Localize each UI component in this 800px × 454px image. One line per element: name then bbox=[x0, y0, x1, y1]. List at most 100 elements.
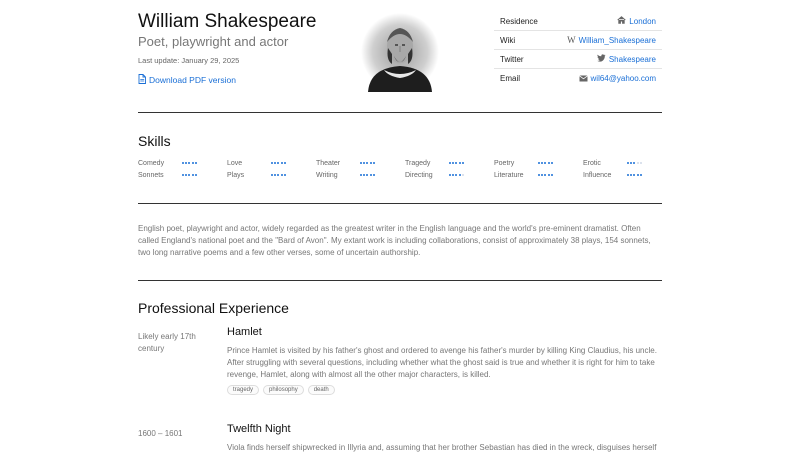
skill-level-dot bbox=[191, 174, 194, 176]
skill-level-dot bbox=[366, 162, 369, 164]
tag-list: tragedy philosophy death bbox=[227, 385, 335, 395]
skill-name: Poetry bbox=[494, 160, 515, 167]
skill-level-dot bbox=[636, 174, 639, 176]
skill-level-dot bbox=[280, 174, 283, 176]
skill-level-dot bbox=[627, 162, 629, 164]
skill-level-dot bbox=[538, 162, 540, 164]
skill-level-dots bbox=[360, 174, 375, 176]
experience-description: Viola finds herself shipwrecked in Illyr… bbox=[227, 443, 657, 452]
tag[interactable]: philosophy bbox=[263, 385, 304, 395]
home-icon bbox=[617, 16, 626, 26]
skill-level-dot bbox=[639, 162, 642, 164]
skill-level-dot bbox=[458, 162, 461, 164]
skill-level-dot bbox=[547, 174, 550, 176]
wiki-link[interactable]: W William_Shakespeare bbox=[567, 35, 656, 45]
skill-item: Literature bbox=[494, 172, 579, 184]
skill-level-dot bbox=[188, 162, 191, 164]
skill-level-dot bbox=[363, 162, 366, 164]
skill-level-dot bbox=[452, 174, 455, 176]
info-row-wiki: Wiki W William_Shakespeare bbox=[494, 31, 662, 50]
skill-level-dot bbox=[544, 162, 547, 164]
email-link[interactable]: wil64@yahoo.com bbox=[578, 74, 656, 84]
skill-level-dot bbox=[458, 174, 461, 176]
file-pdf-icon bbox=[138, 74, 146, 86]
skill-item: Writing bbox=[316, 172, 401, 184]
skill-level-dots bbox=[449, 174, 464, 176]
skill-level-dot bbox=[274, 162, 277, 164]
skill-item: Theater bbox=[316, 160, 401, 172]
skill-level-dot bbox=[280, 162, 283, 164]
skill-name: Plays bbox=[227, 172, 245, 179]
skill-level-dot bbox=[630, 162, 633, 164]
info-row-email: Email wil64@yahoo.com bbox=[494, 69, 662, 88]
skill-level-dots bbox=[271, 162, 286, 164]
skill-name: Writing bbox=[316, 172, 338, 179]
skill-item: Comedy bbox=[138, 160, 223, 172]
skill-level-dots bbox=[538, 162, 553, 164]
skill-level-dot bbox=[372, 162, 375, 164]
download-pdf-label: Download PDF version bbox=[149, 75, 236, 85]
skill-level-dot bbox=[191, 162, 194, 164]
skill-level-dot bbox=[449, 162, 451, 164]
skill-name: Influence bbox=[583, 172, 612, 179]
skill-item: Influence bbox=[583, 172, 668, 184]
experience-title: Hamlet bbox=[227, 326, 262, 338]
skill-level-dot bbox=[372, 174, 375, 176]
skill-level-dot bbox=[461, 174, 464, 176]
skill-level-dot bbox=[274, 174, 277, 176]
skill-level-dot bbox=[547, 162, 550, 164]
skill-item: Love bbox=[227, 160, 312, 172]
skill-item: Directing bbox=[405, 172, 490, 184]
skill-level-dot bbox=[194, 174, 197, 176]
skill-level-dots bbox=[360, 162, 375, 164]
skill-level-dot bbox=[271, 162, 273, 164]
twitter-link[interactable]: Shakespeare bbox=[597, 54, 656, 64]
skill-level-dot bbox=[182, 162, 184, 164]
skill-level-dot bbox=[461, 162, 464, 164]
skill-level-dot bbox=[366, 174, 369, 176]
skill-level-dot bbox=[194, 162, 197, 164]
skill-level-dot bbox=[185, 162, 188, 164]
skill-level-dot bbox=[544, 174, 547, 176]
divider bbox=[138, 203, 662, 204]
skill-level-dot bbox=[283, 174, 286, 176]
info-label: Email bbox=[500, 74, 521, 83]
skill-level-dot bbox=[277, 174, 280, 176]
download-pdf-link[interactable]: Download PDF version bbox=[138, 74, 236, 86]
experience-date: 1600 – 1601 bbox=[138, 429, 183, 438]
skill-level-dot bbox=[633, 174, 636, 176]
skill-name: Tragedy bbox=[405, 160, 431, 167]
skill-level-dot bbox=[455, 174, 458, 176]
tag[interactable]: death bbox=[307, 385, 335, 395]
skill-level-dot bbox=[283, 162, 286, 164]
skill-level-dots bbox=[271, 174, 286, 176]
info-label: Twitter bbox=[500, 54, 524, 64]
info-label: Residence bbox=[500, 16, 538, 26]
skills-heading: Skills bbox=[138, 133, 171, 149]
skill-name: Sonnets bbox=[138, 172, 164, 179]
experience-description: Prince Hamlet is visited by his father's… bbox=[227, 346, 657, 379]
skill-level-dot bbox=[633, 162, 636, 164]
skill-level-dot bbox=[360, 162, 362, 164]
skill-level-dot bbox=[541, 162, 544, 164]
email-value: wil64@yahoo.com bbox=[590, 74, 656, 83]
twitter-value: Shakespeare bbox=[608, 54, 656, 64]
skill-name: Literature bbox=[494, 172, 524, 179]
skill-level-dot bbox=[541, 174, 544, 176]
tag[interactable]: tragedy bbox=[227, 385, 260, 395]
skill-level-dots bbox=[449, 162, 464, 164]
skill-item: Poetry bbox=[494, 160, 579, 172]
skill-level-dot bbox=[188, 174, 191, 176]
skill-level-dots bbox=[627, 162, 642, 164]
skill-level-dot bbox=[369, 174, 372, 176]
info-row-residence: Residence London bbox=[494, 12, 662, 31]
info-label: Wiki bbox=[500, 35, 516, 45]
residence-link[interactable]: London bbox=[617, 16, 656, 26]
residence-value: London bbox=[629, 16, 656, 26]
skill-level-dots bbox=[538, 174, 553, 176]
skill-level-dot bbox=[538, 174, 540, 176]
experience-heading: Professional Experience bbox=[138, 300, 289, 316]
skill-level-dots bbox=[182, 174, 197, 176]
twitter-icon bbox=[597, 54, 606, 64]
skill-item: Plays bbox=[227, 172, 312, 184]
